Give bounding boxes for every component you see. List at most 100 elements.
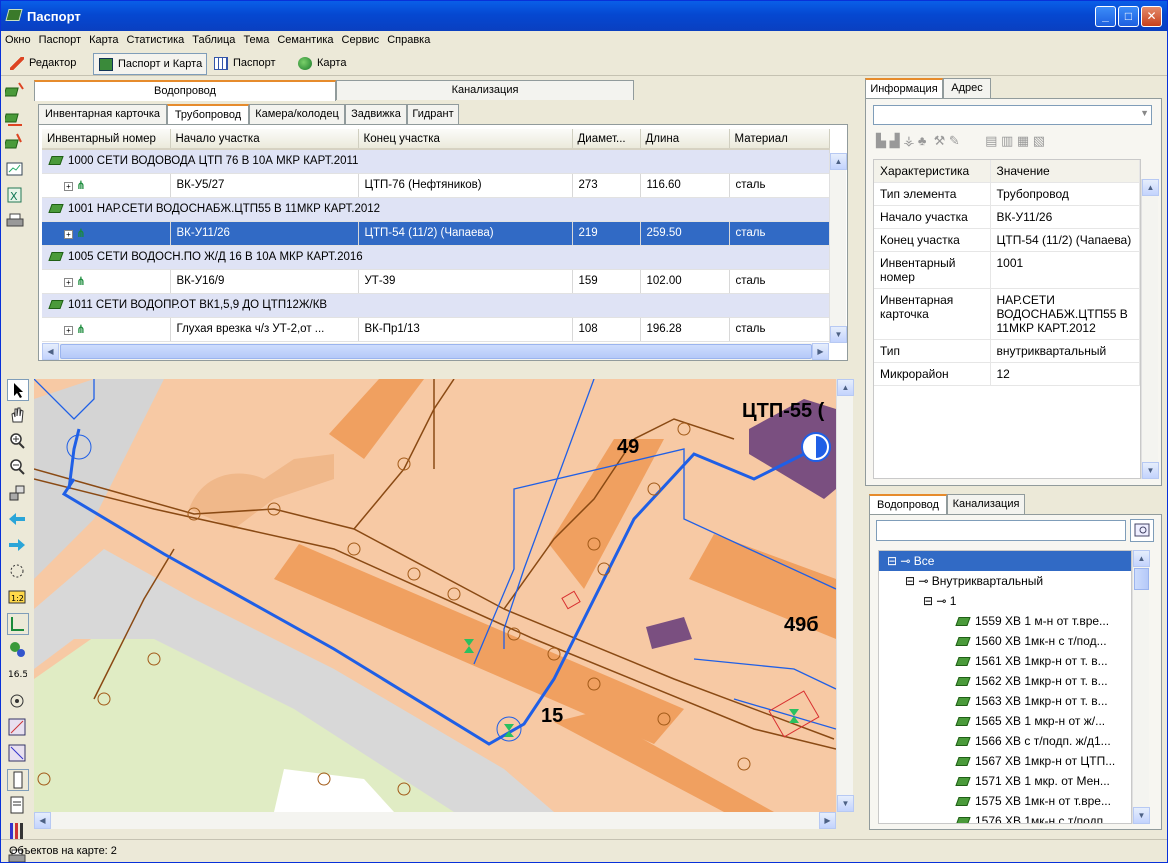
tab-chamber[interactable]: Камера/колодец: [249, 104, 345, 124]
map-scroll-up-icon[interactable]: ▲: [837, 379, 854, 396]
grid-group-row[interactable]: 1000 СЕТИ ВОДОВОДА ЦТП 76 В 10А МКР КАРТ…: [42, 149, 830, 174]
tab-inventory-card[interactable]: Инвентарная карточка: [38, 104, 167, 124]
grid-item-row[interactable]: + ⋔ Глухая врезка ч/з УТ-2,от ... ВК-Пр1/1…: [42, 317, 830, 342]
tree-item[interactable]: 1576 ХВ 1мк-н с т/подп: [879, 811, 1131, 823]
menu-help[interactable]: Справка: [383, 31, 434, 46]
grid-item-row[interactable]: + ⋔ ВК-У11/26 ЦТП-54 (11/2) (Чапаева) 219 25…: [42, 221, 830, 246]
scale-icon[interactable]: 1:2: [7, 587, 29, 609]
menu-table[interactable]: Таблица: [188, 31, 239, 46]
target-icon[interactable]: [7, 691, 29, 713]
tree-item[interactable]: 1571 ХВ 1 мкр. от Мен...: [879, 771, 1131, 791]
menu-map[interactable]: Карта: [85, 31, 122, 46]
map-hscroll[interactable]: ◀ ▶: [34, 812, 836, 829]
tree-item[interactable]: 1565 ХВ 1 мкр-н от ж/...: [879, 711, 1131, 731]
expand-plus-icon[interactable]: +: [64, 230, 73, 239]
tree-root[interactable]: ⊟ ⊸ Все: [879, 551, 1131, 571]
excel-export-icon[interactable]: X: [5, 185, 27, 207]
zoom-out-icon[interactable]: [7, 457, 29, 479]
tree-search-button[interactable]: [1130, 519, 1154, 542]
props-vscroll[interactable]: ▲ ▼: [1141, 179, 1159, 479]
col-diameter[interactable]: Диамет...: [572, 129, 641, 150]
map-scroll-down-icon[interactable]: ▼: [837, 795, 854, 812]
edit-record-icon[interactable]: [3, 133, 27, 155]
scroll-right-icon[interactable]: ▶: [812, 343, 829, 360]
map-vscroll[interactable]: ▲ ▼: [836, 379, 854, 812]
tree-item[interactable]: 1562 ХВ 1мкр-н от т. в...: [879, 671, 1131, 691]
expand-cell[interactable]: + ⋔: [42, 221, 171, 246]
menu-service[interactable]: Сервис: [338, 31, 384, 46]
label-tool-icon[interactable]: 16.5: [7, 665, 29, 687]
menu-window[interactable]: Окно: [1, 31, 35, 46]
expand-plus-icon[interactable]: +: [64, 278, 73, 287]
menu-theme[interactable]: Тема: [239, 31, 273, 46]
expand-cell[interactable]: + ⋔: [42, 317, 171, 342]
tree-search-input[interactable]: [876, 520, 1126, 541]
passport-button[interactable]: Паспорт: [209, 53, 280, 75]
col-end[interactable]: Конец участка: [358, 129, 573, 150]
tab-sewer[interactable]: Канализация: [336, 80, 634, 100]
scroll-down-icon[interactable]: ▼: [830, 326, 847, 343]
tree-item[interactable]: 1567 ХВ 1мкр-н от ЦТП...: [879, 751, 1131, 771]
zoom-in-icon[interactable]: [7, 431, 29, 453]
merge-icon[interactable]: ▙ ▟ ⚶ ♣ ⚒ ✎ ▤ ▥ ▦ ▧: [876, 133, 1045, 148]
menu-semantics[interactable]: Семантика: [273, 31, 337, 46]
tab-information[interactable]: Информация: [865, 78, 943, 99]
forward-arrow-icon[interactable]: [7, 535, 29, 557]
scroll-up-icon[interactable]: ▲: [830, 153, 847, 170]
props-scroll-down-icon[interactable]: ▼: [1142, 462, 1159, 479]
layers-icon[interactable]: [7, 483, 29, 505]
grid-group-row[interactable]: 1005 СЕТИ ВОДОСН.ПО Ж/Д 16 В 10А МКР КАР…: [42, 245, 830, 270]
network-tool-icon[interactable]: [7, 717, 29, 739]
tree-vscroll[interactable]: ▲ ▼: [1132, 550, 1150, 824]
info-object-select[interactable]: ▼: [873, 105, 1152, 125]
tree-item[interactable]: 1561 ХВ 1мкр-н от т. в...: [879, 651, 1131, 671]
expand-cell[interactable]: + ⋔: [42, 269, 171, 294]
grid-group-row[interactable]: 1001 НАР.СЕТИ ВОДОСНАБЖ.ЦТП55 В 11МКР КА…: [42, 197, 830, 222]
col-start[interactable]: Начало участка: [170, 129, 359, 150]
grid-vscroll[interactable]: ▲ ▼: [829, 153, 847, 343]
menu-statistics[interactable]: Статистика: [123, 31, 189, 46]
minimize-button[interactable]: _: [1095, 6, 1116, 27]
close-button[interactable]: ✕: [1141, 6, 1162, 27]
tree-scroll-down-icon[interactable]: ▼: [1133, 807, 1150, 824]
pipe-tool-icon[interactable]: [7, 613, 29, 635]
add-record-icon[interactable]: [3, 81, 27, 103]
maximize-button[interactable]: □: [1118, 6, 1139, 27]
scroll-left-icon[interactable]: ◀: [42, 343, 59, 360]
tree-item[interactable]: 1566 ХВ с т/подп. ж/д1...: [879, 731, 1131, 751]
tab-tree-water[interactable]: Водопровод: [869, 494, 947, 515]
panel-toggle-icon[interactable]: [7, 769, 29, 791]
col-length[interactable]: Длина: [640, 129, 730, 150]
map-scroll-right-icon[interactable]: ▶: [819, 812, 836, 829]
map-button[interactable]: Карта: [293, 53, 350, 75]
editor-button[interactable]: Редактор: [5, 53, 80, 75]
back-arrow-icon[interactable]: [7, 509, 29, 531]
col-inventory-number[interactable]: Инвентарный номер: [42, 129, 171, 150]
tree-item[interactable]: 1559 ХВ 1 м-н от т.вре...: [879, 611, 1131, 631]
tree-item[interactable]: 1563 ХВ 1мкр-н от т. в...: [879, 691, 1131, 711]
grid-item-row[interactable]: + ⋔ ВК-У5/27 ЦТП-76 (Нефтяников) 273 116.60 с…: [42, 173, 830, 198]
tab-tree-sewer[interactable]: Канализация: [947, 494, 1025, 514]
passport-map-button[interactable]: Паспорт и Карта: [93, 53, 208, 75]
tree-scroll-up-icon[interactable]: ▲: [1133, 550, 1150, 567]
pointer-icon[interactable]: [7, 379, 29, 401]
pan-hand-icon[interactable]: [7, 405, 29, 427]
expand-plus-icon[interactable]: +: [64, 326, 73, 335]
map-canvas[interactable]: ЦТП-55 ( 49 49б 15: [34, 379, 836, 812]
expand-cell[interactable]: + ⋔: [42, 173, 171, 198]
props-scroll-up-icon[interactable]: ▲: [1142, 179, 1159, 196]
col-material[interactable]: Материал: [729, 129, 830, 150]
menu-passport[interactable]: Паспорт: [35, 31, 86, 46]
trace-tool-icon[interactable]: [7, 743, 29, 765]
map-drawing[interactable]: ЦТП-55 ( 49 49б 15: [34, 379, 836, 812]
grid-group-row[interactable]: 1011 СЕТИ ВОДОПР.ОТ ВК1,5,9 ДО ЦТП12Ж/КВ: [42, 293, 830, 318]
grid-item-row[interactable]: + ⋔ ВК-У16/9 УТ-39 159 102.00 сталь: [42, 269, 830, 294]
tree-item[interactable]: 1560 ХВ 1мк-н с т/под...: [879, 631, 1131, 651]
hscroll-thumb[interactable]: [60, 344, 812, 359]
expand-plus-icon[interactable]: +: [64, 182, 73, 191]
chart-icon[interactable]: [5, 159, 27, 181]
tab-pipeline[interactable]: Трубопровод: [167, 104, 249, 125]
print-icon[interactable]: [5, 211, 27, 233]
tree-item[interactable]: 1575 ХВ 1мк-н от т.вре...: [879, 791, 1131, 811]
tree-scroll-thumb[interactable]: [1134, 568, 1149, 590]
